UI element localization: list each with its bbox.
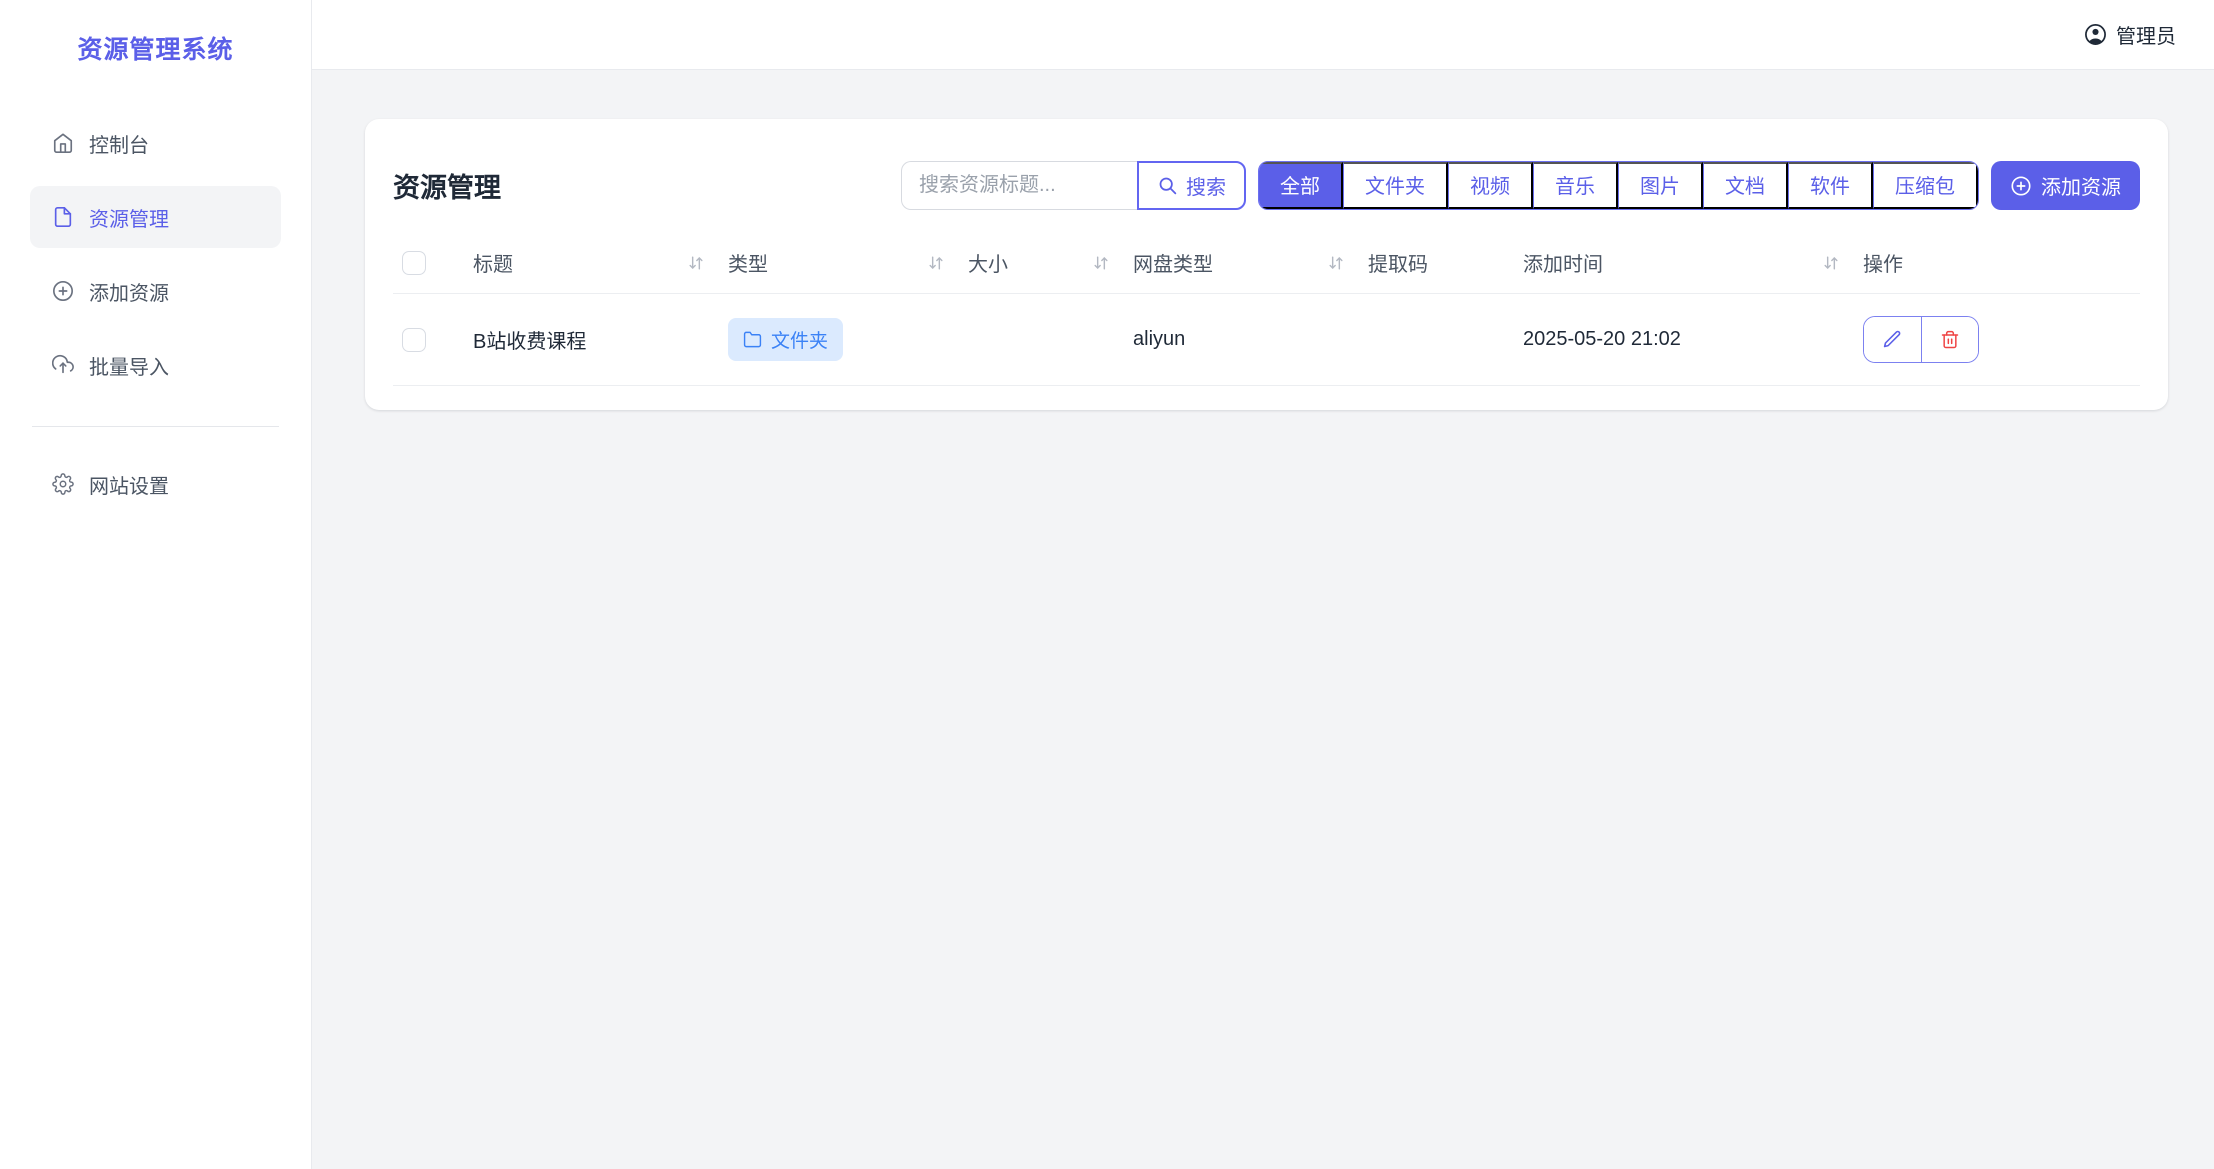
sidebar-item-label: 控制台 [89,129,149,158]
filter-archive[interactable]: 压缩包 [1873,162,1978,209]
add-resource-label: 添加资源 [2041,171,2121,200]
sort-icon[interactable] [926,253,946,273]
table-header-row: 标题 类型 大小 网盘类型 [393,244,2140,294]
plus-circle-icon [2010,175,2032,197]
sidebar-item-label: 网站设置 [89,470,169,499]
file-icon [52,206,74,228]
home-icon [52,132,74,154]
user-label: 管理员 [2116,20,2176,49]
sort-icon[interactable] [1821,253,1841,273]
sidebar-item-label: 添加资源 [89,277,169,306]
resource-table: 标题 类型 大小 网盘类型 [393,244,2140,386]
delete-button[interactable] [1921,317,1978,362]
gear-icon [52,473,74,495]
search-button[interactable]: 搜索 [1137,161,1246,210]
resource-card: 资源管理 搜索 全部 文件夹 视频 [365,119,2168,410]
filter-image[interactable]: 图片 [1618,162,1703,209]
column-disk-type: 网盘类型 [1133,248,1213,277]
sidebar: 资源管理系统 控制台 资源管理 添加资源 批量导入 [0,0,312,1169]
resource-added-time: 2025-05-20 21:02 [1523,328,1681,350]
table-row: B站收费课程 文件夹 aliyun 2025-05 [393,294,2140,386]
edit-button[interactable] [1864,317,1921,362]
filter-all[interactable]: 全部 [1259,162,1343,209]
search-input[interactable] [901,161,1137,210]
sidebar-item-batch-import[interactable]: 批量导入 [30,334,281,396]
resource-disk-type: aliyun [1133,328,1185,350]
type-filter-group: 全部 文件夹 视频 音乐 图片 文档 软件 压缩包 [1258,161,1979,210]
filter-folder[interactable]: 文件夹 [1343,162,1448,209]
app-brand: 资源管理系统 [0,0,311,66]
row-checkbox[interactable] [402,328,426,352]
sidebar-nav: 控制台 资源管理 添加资源 批量导入 网站设置 [0,112,311,515]
user-circle-icon [2084,23,2107,46]
sidebar-item-add-resource[interactable]: 添加资源 [30,260,281,322]
search-button-label: 搜索 [1186,171,1226,200]
sidebar-item-label: 资源管理 [89,203,169,232]
column-title: 标题 [473,248,513,277]
column-added-time: 添加时间 [1523,248,1603,277]
main-column: 管理员 资源管理 搜索 [312,0,2214,1169]
row-action-group [1863,316,1979,363]
sort-icon[interactable] [686,253,706,273]
column-extract-code: 提取码 [1368,254,1428,276]
search-icon [1157,175,1178,196]
sidebar-item-console[interactable]: 控制台 [30,112,281,174]
add-resource-button[interactable]: 添加资源 [1991,161,2140,210]
filter-document[interactable]: 文档 [1703,162,1788,209]
folder-icon [743,330,762,349]
sidebar-item-site-settings[interactable]: 网站设置 [30,453,281,515]
filter-music[interactable]: 音乐 [1533,162,1618,209]
topbar: 管理员 [312,0,2214,70]
column-type: 类型 [728,248,768,277]
sidebar-item-label: 批量导入 [89,351,169,380]
select-all-checkbox[interactable] [402,251,426,275]
pencil-icon [1882,329,1903,350]
filter-software[interactable]: 软件 [1788,162,1873,209]
trash-icon [1940,330,1960,350]
toolbar: 搜索 全部 文件夹 视频 音乐 图片 文档 软件 压缩包 [901,161,2140,210]
type-badge: 文件夹 [728,318,843,361]
search-group: 搜索 [901,161,1246,210]
type-badge-label: 文件夹 [771,326,828,353]
resource-title: B站收费课程 [473,331,586,353]
sidebar-item-resources[interactable]: 资源管理 [30,186,281,248]
sort-icon[interactable] [1091,253,1111,273]
sidebar-divider [32,426,279,427]
column-actions: 操作 [1863,254,1903,276]
content-area: 资源管理 搜索 全部 文件夹 视频 [312,70,2214,1169]
page-title: 资源管理 [393,166,501,205]
user-menu[interactable]: 管理员 [2084,20,2176,49]
column-size: 大小 [968,248,1008,277]
cloud-upload-icon [52,354,74,376]
plus-circle-icon [52,280,74,302]
filter-video[interactable]: 视频 [1448,162,1533,209]
card-header: 资源管理 搜索 全部 文件夹 视频 [393,147,2140,220]
sort-icon[interactable] [1326,253,1346,273]
